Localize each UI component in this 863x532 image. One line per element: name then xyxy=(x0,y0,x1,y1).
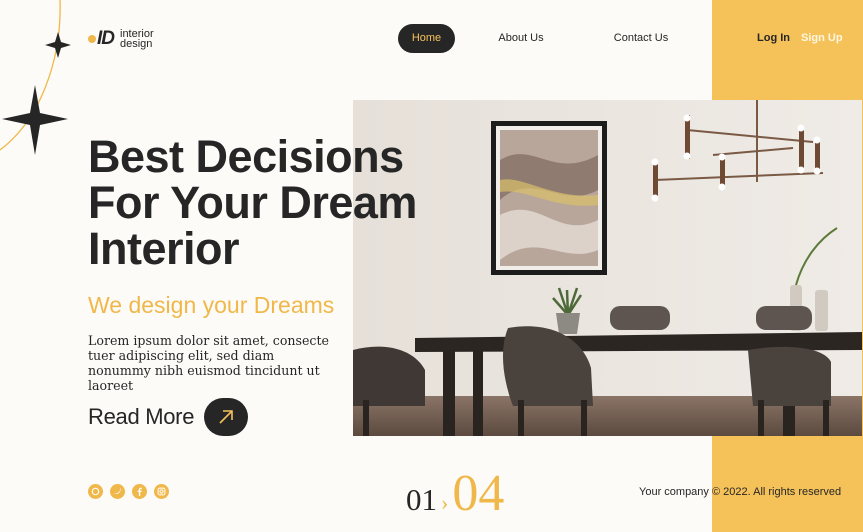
pager-total: 04 xyxy=(452,465,505,522)
read-more-label: Read More xyxy=(88,404,195,429)
logo-text-line2: design xyxy=(120,38,153,50)
login-link[interactable]: Log In xyxy=(757,32,790,44)
logo-mark: ID xyxy=(88,28,115,50)
social-links xyxy=(88,484,169,499)
pager-current: 01 xyxy=(406,482,437,517)
twitter-icon[interactable] xyxy=(110,484,125,499)
signup-link[interactable]: Sign Up xyxy=(801,32,843,44)
nav-about-us[interactable]: About Us xyxy=(488,24,554,53)
hero-subheadline: We design your Dreams xyxy=(88,292,335,318)
headline-line-1: Best Decisions xyxy=(88,131,404,182)
hero-headline: Best Decisions For Your Dream Interior xyxy=(88,134,448,272)
large-sparkle-icon xyxy=(2,85,68,155)
facebook-icon[interactable] xyxy=(132,484,147,499)
headline-line-2: For Your Dream xyxy=(88,177,417,228)
logo-initials: ID xyxy=(97,28,115,49)
whatsapp-icon[interactable] xyxy=(88,484,103,499)
small-sparkle-icon xyxy=(45,32,71,58)
logo[interactable]: ID interior design xyxy=(88,28,154,50)
read-more-button[interactable]: Read More xyxy=(88,398,249,436)
chevron-right-icon[interactable]: › xyxy=(441,490,448,516)
nav-home[interactable]: Home xyxy=(398,24,455,53)
logo-dot-icon xyxy=(88,35,96,43)
hero-description: Lorem ipsum dolor sit amet, consecte tue… xyxy=(88,333,330,393)
instagram-icon[interactable] xyxy=(154,484,169,499)
arrow-up-right-icon[interactable] xyxy=(204,398,249,436)
headline-line-3: Interior xyxy=(88,223,240,274)
nav-contact-us[interactable]: Contact Us xyxy=(603,24,679,53)
slide-pager: 01 › 04 xyxy=(406,464,504,523)
copyright-text: Your company © 2022. All rights reserved xyxy=(639,486,842,498)
